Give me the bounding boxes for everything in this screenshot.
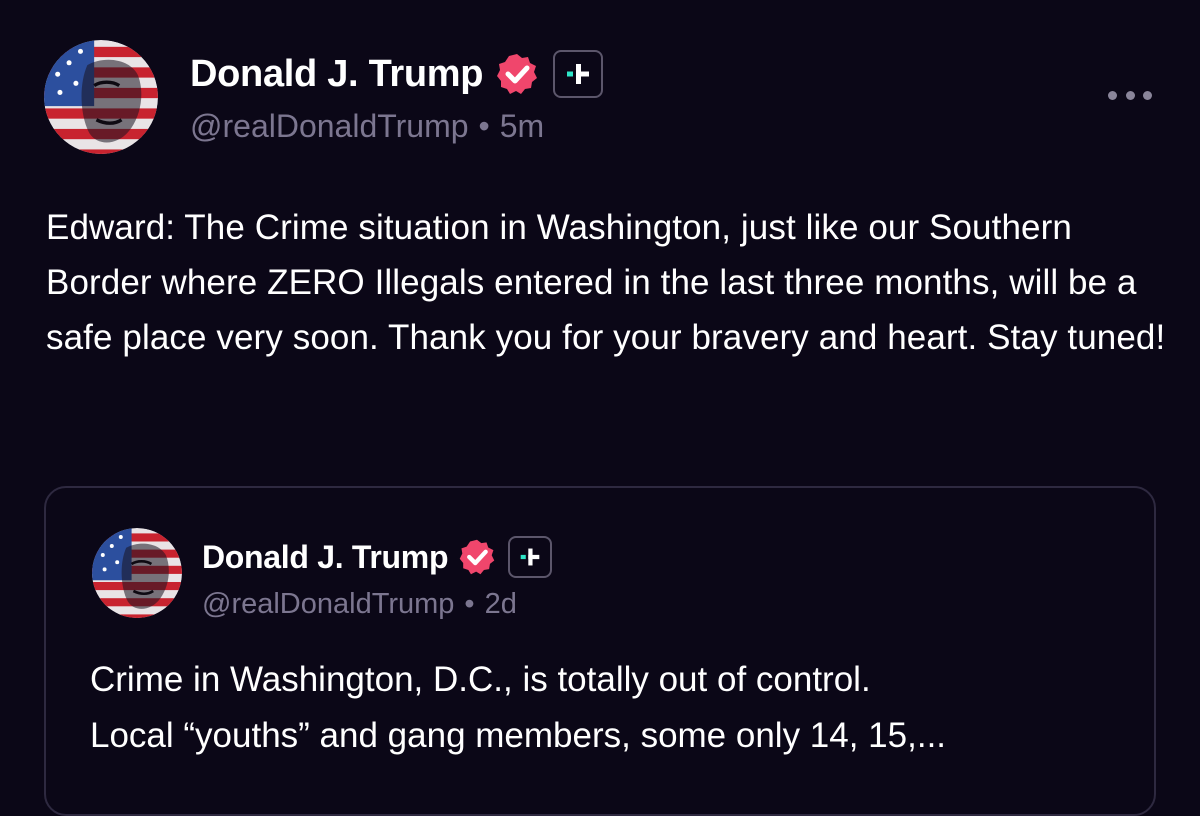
author-name[interactable]: Donald J. Trump xyxy=(190,53,484,96)
quoted-post-text: Crime in Washington, D.C., is totally ou… xyxy=(90,652,1130,764)
verified-badge-icon xyxy=(495,52,539,96)
quoted-post-line: Local “youths” and gang members, some on… xyxy=(90,716,947,755)
avatar-image xyxy=(44,40,158,154)
quoted-post-time[interactable]: 2d xyxy=(485,588,517,620)
quoted-author-handle-row: @realDonaldTrump • 2d xyxy=(202,588,517,621)
author-avatar[interactable] xyxy=(44,40,158,154)
quoted-post-line: Crime in Washington, D.C., is totally ou… xyxy=(90,660,871,699)
author-handle[interactable]: @realDonaldTrump xyxy=(190,108,469,144)
verified-badge-icon xyxy=(458,538,496,576)
quoted-author-name[interactable]: Donald J. Trump xyxy=(202,539,449,576)
more-dot xyxy=(1143,90,1152,100)
quoted-author-avatar[interactable] xyxy=(92,528,182,618)
author-name-row: Donald J. Trump xyxy=(190,46,604,102)
more-dot xyxy=(1125,90,1135,100)
separator-dot: • xyxy=(478,108,490,144)
more-dot xyxy=(1108,90,1117,100)
plus-badge-icon[interactable] xyxy=(508,536,553,578)
post-text: Edward: The Crime situation in Washingto… xyxy=(46,208,1166,357)
more-options-icon[interactable] xyxy=(1108,84,1152,106)
post-time[interactable]: 5m xyxy=(500,108,544,144)
quoted-post-card[interactable]: Donald J. Trump @realDonaldTrump • 2d Crim… xyxy=(44,486,1156,816)
author-handle-row: @realDonaldTrump • 5m xyxy=(190,108,544,145)
post: Donald J. Trump @realDonaldTrump • 5m Edwa… xyxy=(0,0,1200,816)
quoted-author-handle[interactable]: @realDonaldTrump xyxy=(202,588,454,620)
avatar-image xyxy=(92,528,182,618)
separator-dot: • xyxy=(464,588,475,620)
plus-badge-icon[interactable] xyxy=(553,50,604,98)
quoted-author-name-row: Donald J. Trump xyxy=(202,532,553,582)
